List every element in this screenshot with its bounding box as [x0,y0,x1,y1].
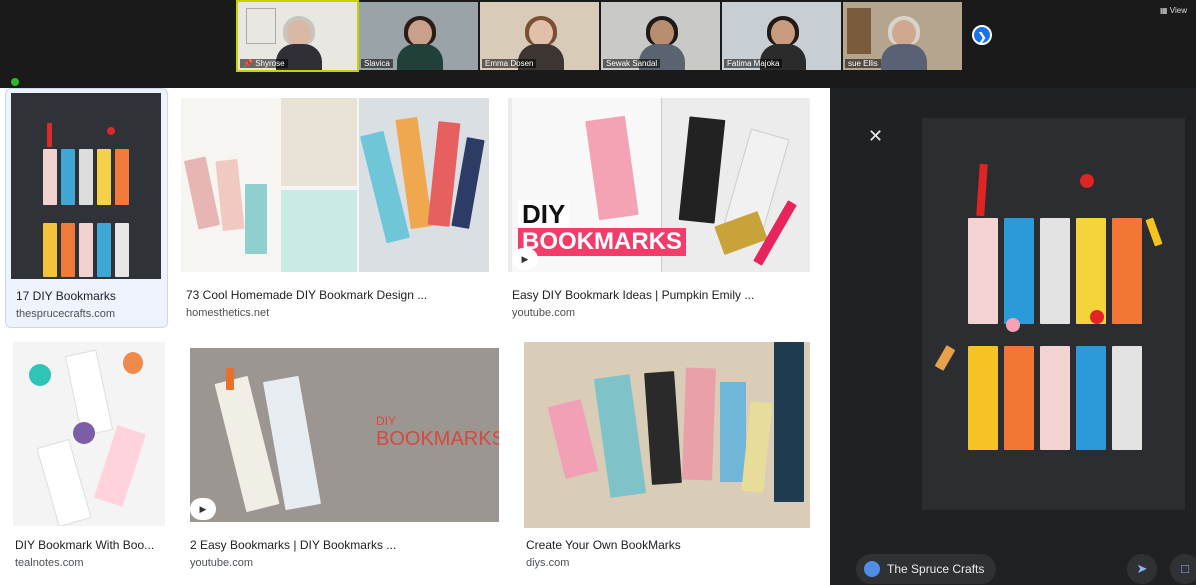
result-source[interactable]: youtube.com [512,307,575,319]
participant-name: sue Ellis [845,59,881,68]
overlay-line-2: BOOKMARKS [376,428,499,450]
video-participant-strip: 📌 Shyrose Slavica Emma Dosen Sewak Sanda… [0,0,1196,88]
shield-icon [11,78,19,86]
participant-video [881,14,927,70]
pin-icon: 📌 [243,59,253,68]
result-source[interactable]: tealnotes.com [15,557,83,569]
result-card[interactable]: 17 DIY Bookmarks thesprucecrafts.com [5,88,168,328]
participant-name: Shyrose [255,59,285,68]
overlay-line-1: DIY [376,414,397,428]
result-source[interactable]: homesthetics.net [186,307,269,319]
result-card[interactable]: Create Your Own BookMarks diys.com [524,338,814,578]
view-button[interactable]: ▦ View [1160,6,1187,15]
share-icon[interactable]: ➤ [1127,554,1157,584]
result-card[interactable]: DIY Bookmark With Boo... tealnotes.com [5,338,168,578]
video-overlay-text: DIY BOOKMARKS [518,200,686,256]
image-preview-panel: ✕ The Spruce Crafts ➤ □ [830,88,1196,585]
participant-tile[interactable]: 📌 Shyrose [236,0,359,72]
play-icon[interactable]: ▶ [190,498,216,520]
result-source[interactable]: diys.com [526,557,569,569]
participant-video [397,14,443,70]
preview-image[interactable] [922,118,1185,510]
result-title[interactable]: 73 Cool Homemade DIY Bookmark Design ... [186,288,427,302]
result-title[interactable]: 2 Easy Bookmarks | DIY Bookmarks ... [190,538,396,552]
result-thumbnail[interactable]: DIY BOOKMARKS ▶ [190,348,499,522]
result-thumbnail[interactable] [181,98,489,272]
result-source[interactable]: youtube.com [190,557,253,569]
globe-icon [864,561,880,577]
result-title[interactable]: Create Your Own BookMarks [526,538,681,552]
participant-tile[interactable]: Emma Dosen [480,2,599,70]
result-source[interactable]: thesprucecrafts.com [16,308,115,320]
result-thumbnail[interactable]: DIY BOOKMARKS ▶ [508,98,810,272]
video-overlay-text: DIY BOOKMARKS [376,414,499,451]
participant-name: Slavica [361,59,393,68]
result-thumbnail[interactable] [13,342,165,526]
result-card[interactable]: DIY BOOKMARKS ▶ 2 Easy Bookmarks | DIY B… [186,338,504,578]
play-icon[interactable]: ▶ [512,248,538,270]
result-thumbnail[interactable] [11,93,161,279]
overlay-line-1: DIY [518,200,570,228]
chevron-right-icon[interactable]: ❯ [972,25,992,45]
bookmark-icon[interactable]: □ [1170,554,1196,584]
view-label: View [1169,6,1187,15]
close-icon[interactable]: ✕ [868,126,883,147]
participant-tile[interactable]: Sewak Sandal [601,2,720,70]
source-site-name: The Spruce Crafts [887,562,985,576]
result-thumbnail[interactable] [524,342,810,528]
participant-name: Sewak Sandal [603,59,661,68]
result-title[interactable]: 17 DIY Bookmarks [16,289,116,303]
result-card[interactable]: 73 Cool Homemade DIY Bookmark Design ...… [181,88,491,328]
participant-tile[interactable]: Fatima Majoka [722,2,841,70]
overlay-line-2: BOOKMARKS [518,228,686,256]
result-title[interactable]: Easy DIY Bookmark Ideas | Pumpkin Emily … [512,288,754,302]
result-title[interactable]: DIY Bookmark With Boo... [15,538,154,552]
participant-tile[interactable]: sue Ellis [843,2,962,70]
image-results-grid: 17 DIY Bookmarks thesprucecrafts.com 73 … [0,88,830,585]
participant-name: Emma Dosen [482,59,537,68]
result-card[interactable]: DIY BOOKMARKS ▶ Easy DIY Bookmark Ideas … [507,88,813,328]
source-site-chip[interactable]: The Spruce Crafts [856,554,997,584]
participant-tile[interactable]: Slavica [359,2,478,70]
participant-name: Fatima Majoka [724,59,783,68]
